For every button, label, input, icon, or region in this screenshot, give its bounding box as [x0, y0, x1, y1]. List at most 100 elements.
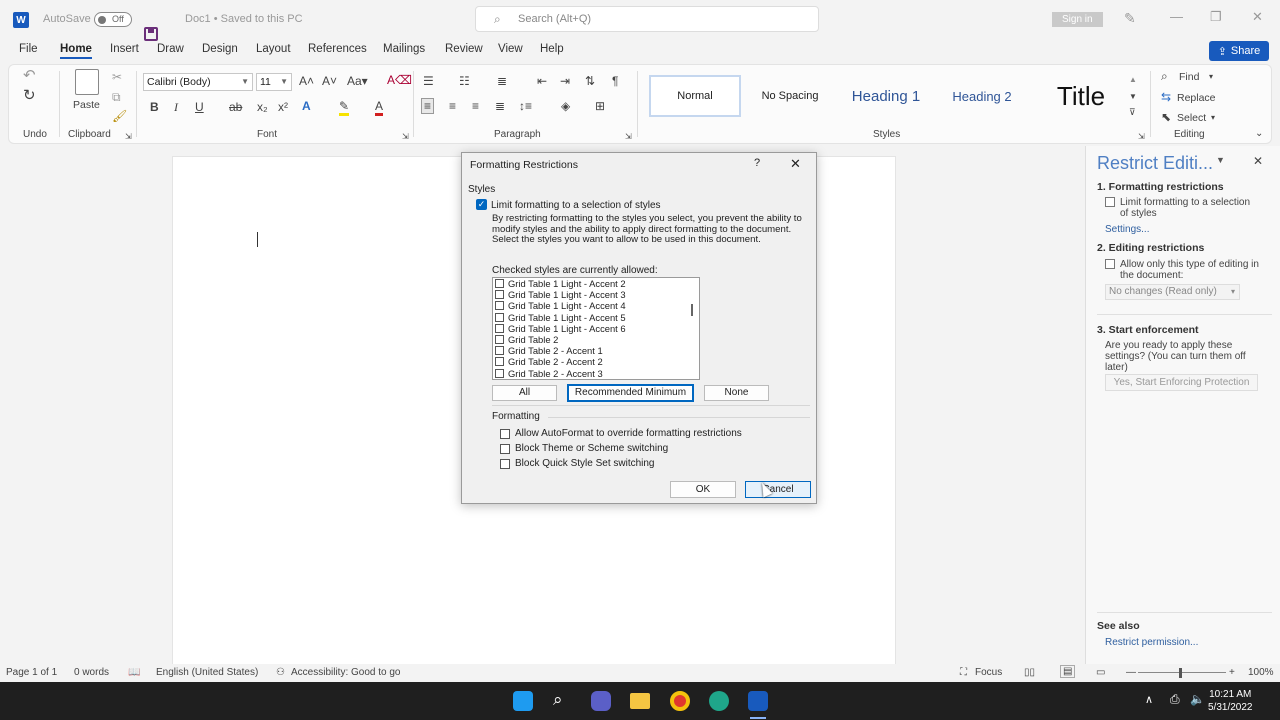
subscript-icon[interactable]: x₂	[257, 100, 268, 114]
recommended-minimum-button[interactable]: Recommended Minimum	[567, 384, 694, 402]
minimize-icon[interactable]: —	[1170, 9, 1183, 24]
find-button[interactable]: Find	[1179, 70, 1199, 84]
search-input[interactable]: ⌕ Search (Alt+Q)	[475, 6, 819, 32]
list-item[interactable]: Grid Table 1 Light - Accent 6	[493, 323, 699, 334]
tab-mailings[interactable]: Mailings	[383, 43, 425, 55]
limit-formatting-checkbox[interactable]	[1105, 197, 1115, 207]
network-icon[interactable]: ⎙	[1170, 692, 1180, 707]
style-checkbox[interactable]	[495, 312, 504, 322]
tab-file[interactable]: File	[19, 43, 38, 55]
pen-icon[interactable]: ✎	[1124, 10, 1136, 27]
all-button[interactable]: All	[492, 385, 557, 401]
paragraph-launcher-icon[interactable]: ⇲	[625, 130, 632, 144]
style-checkbox[interactable]	[495, 357, 504, 367]
read-mode-icon[interactable]: ▯▯	[1024, 667, 1035, 678]
style-checkbox[interactable]	[495, 335, 504, 345]
list-item[interactable]: Grid Table 1 Light - Accent 5	[493, 312, 699, 323]
collapse-ribbon-icon[interactable]: ⌄	[1255, 127, 1263, 141]
listbox-scroll-thumb[interactable]	[691, 304, 693, 316]
tab-design[interactable]: Design	[202, 43, 238, 55]
print-layout-icon[interactable]: ▤	[1060, 665, 1076, 678]
clear-formatting-icon[interactable]: A⌫	[387, 73, 412, 87]
style-checkbox[interactable]	[495, 301, 504, 311]
list-item[interactable]: Grid Table 1 Light - Accent 2	[493, 278, 699, 289]
styles-listbox[interactable]: Grid Table 1 Light - Accent 2 Grid Table…	[492, 277, 700, 380]
tab-draw[interactable]: Draw	[157, 43, 184, 55]
start-enforcing-button[interactable]: Yes, Start Enforcing Protection	[1105, 374, 1258, 391]
tab-help[interactable]: Help	[540, 43, 564, 55]
font-launcher-icon[interactable]: ⇲	[402, 130, 409, 144]
list-item[interactable]: Grid Table 2 - Accent 2	[493, 356, 699, 367]
editing-restrictions-checkbox[interactable]	[1105, 259, 1115, 269]
tab-view[interactable]: View	[498, 43, 523, 55]
align-center-icon[interactable]: ≡	[449, 99, 456, 113]
font-size-combo[interactable]: 11 ▼	[256, 73, 292, 91]
block-quick-style-option[interactable]: Block Quick Style Set switching	[500, 458, 655, 469]
file-explorer-icon[interactable]	[630, 693, 650, 709]
bold-icon[interactable]: B	[150, 100, 159, 114]
close-window-icon[interactable]: ✕	[1252, 9, 1263, 25]
taskbar-search-icon[interactable]: ⌕	[553, 690, 563, 710]
block-theme-checkbox[interactable]	[500, 443, 510, 454]
listbox-scrollbar[interactable]	[685, 278, 699, 379]
style-checkbox[interactable]	[495, 290, 504, 300]
share-button[interactable]: ⇪ Share	[1209, 41, 1269, 61]
paste-icon[interactable]	[75, 69, 99, 95]
find-icon[interactable]: ⌕	[1161, 69, 1168, 83]
settings-link[interactable]: Settings...	[1105, 224, 1149, 235]
volume-icon[interactable]: 🔈	[1190, 692, 1205, 706]
tab-insert[interactable]: Insert	[110, 43, 139, 55]
proofing-icon[interactable]: 📖	[128, 667, 140, 678]
tray-overflow-icon[interactable]: ∧	[1145, 693, 1153, 706]
focus-button[interactable]: Focus	[975, 667, 1002, 678]
replace-button[interactable]: Replace	[1177, 91, 1216, 105]
style-checkbox[interactable]	[495, 323, 504, 333]
autoformat-checkbox[interactable]	[500, 428, 510, 439]
pane-close-icon[interactable]: ✕	[1253, 154, 1263, 168]
select-button[interactable]: Select	[1177, 111, 1206, 125]
style-checkbox[interactable]	[495, 279, 504, 289]
zoom-in-icon[interactable]: +	[1229, 667, 1235, 678]
align-right-icon[interactable]: ≡	[472, 99, 479, 113]
block-theme-option[interactable]: Block Theme or Scheme switching	[500, 443, 668, 454]
taskbar-clock[interactable]: 10:21 AM 5/31/2022	[1208, 688, 1253, 714]
change-case-icon[interactable]: Aa▾	[347, 74, 368, 88]
dialog-close-icon[interactable]: ✕	[790, 156, 801, 172]
edge-icon[interactable]	[709, 691, 729, 711]
style-no-spacing[interactable]: No Spacing	[745, 75, 835, 117]
accessibility-status[interactable]: Accessibility: Good to go	[291, 667, 401, 678]
style-checkbox[interactable]	[495, 346, 504, 356]
block-quick-style-checkbox[interactable]	[500, 458, 510, 469]
styles-scroll-down-icon[interactable]: ▼	[1129, 90, 1137, 104]
list-item[interactable]: Grid Table 1 Light - Accent 3	[493, 289, 699, 300]
font-name-combo[interactable]: Calibri (Body) ▼	[143, 73, 253, 91]
tab-home[interactable]: Home	[60, 43, 92, 59]
list-item[interactable]: Grid Table 1 Light - Accent 4	[493, 300, 699, 311]
tab-references[interactable]: References	[308, 43, 367, 55]
list-item[interactable]: Grid Table 2 - Accent 1	[493, 345, 699, 356]
highlight-icon[interactable]: ✎	[339, 99, 350, 116]
web-layout-icon[interactable]: ▭	[1096, 667, 1105, 678]
autoformat-option[interactable]: Allow AutoFormat to override formatting …	[500, 428, 742, 439]
dialog-help-icon[interactable]: ?	[754, 157, 760, 169]
strikethrough-icon[interactable]: ab	[229, 100, 242, 114]
styles-more-icon[interactable]: ⊽	[1129, 105, 1136, 119]
shrink-font-icon[interactable]: A˅	[322, 74, 337, 88]
undo-icon[interactable]: ↶	[23, 68, 36, 83]
line-spacing-icon[interactable]: ↕≡	[519, 99, 532, 113]
superscript-icon[interactable]: x²	[278, 100, 288, 114]
borders-icon[interactable]: ⊞	[595, 99, 605, 113]
paste-label[interactable]: Paste	[73, 98, 100, 112]
teams-icon[interactable]	[591, 691, 611, 711]
cut-icon[interactable]: ✂	[112, 70, 122, 84]
sign-in-button[interactable]: Sign in	[1052, 12, 1103, 27]
language-status[interactable]: English (United States)	[156, 667, 258, 678]
styles-scroll-up-icon[interactable]: ▲	[1129, 73, 1137, 87]
select-icon[interactable]: ⬉	[1161, 110, 1171, 124]
tab-review[interactable]: Review	[445, 43, 483, 55]
zoom-level[interactable]: 100%	[1248, 667, 1274, 678]
grow-font-icon[interactable]: A˄	[299, 74, 314, 88]
text-effects-icon[interactable]: A	[302, 99, 311, 113]
pane-options-icon[interactable]: ▼	[1216, 155, 1225, 165]
decrease-indent-icon[interactable]: ⇤	[537, 74, 547, 88]
